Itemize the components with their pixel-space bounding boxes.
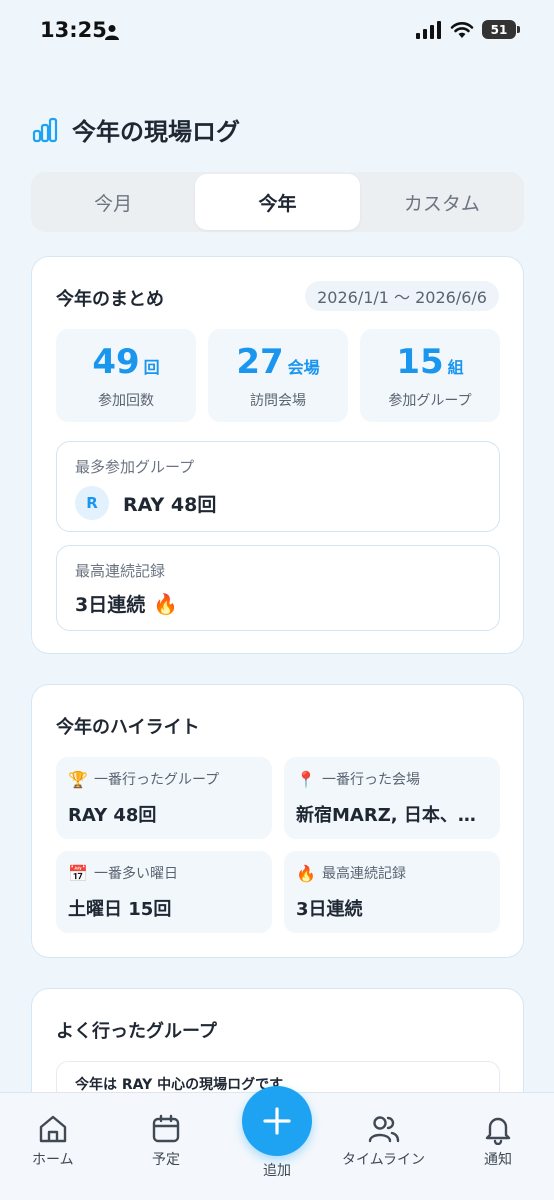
top-group-label: 最多参加グループ bbox=[75, 458, 195, 476]
bell-icon bbox=[485, 1117, 511, 1145]
highlight-label: 一番多い曜日 bbox=[94, 866, 178, 882]
bar-chart-icon bbox=[32, 117, 58, 142]
fire-icon: 🔥 bbox=[153, 591, 179, 616]
stat-value: 15 bbox=[396, 341, 444, 382]
page-title: 今年の現場ログ bbox=[72, 118, 240, 146]
streak-value: 3日連続 bbox=[75, 594, 146, 616]
stat-label: 参加回数 bbox=[98, 392, 154, 409]
stat-label: 参加グループ bbox=[388, 392, 472, 409]
top-group-box: 最多参加グループ R RAY 48回 bbox=[56, 441, 500, 532]
top-group-value: RAY 48回 bbox=[123, 493, 217, 516]
highlights-grid: 🏆 一番行ったグループ RAY 48回 📍 一番行った会場 新宿MARZ, 日本… bbox=[56, 757, 500, 933]
tab-custom[interactable]: カスタム bbox=[360, 172, 524, 232]
add-button[interactable] bbox=[242, 1086, 312, 1156]
stats-row: 49 回 参加回数 27 会場 訪問会場 15 組 参加グループ bbox=[56, 329, 500, 422]
highlight-value: 新宿MARZ, 日本、… bbox=[296, 805, 476, 826]
highlights-title: 今年のハイライト bbox=[56, 717, 200, 738]
plus-icon bbox=[263, 1107, 291, 1135]
highlight-value: 土曜日 15回 bbox=[68, 899, 172, 920]
stat-label: 訪問会場 bbox=[250, 392, 306, 409]
status-time: 13:25 bbox=[40, 18, 107, 42]
stat-venues: 27 会場 訪問会場 bbox=[208, 329, 348, 422]
stat-unit: 組 bbox=[447, 357, 464, 377]
streak-label: 最高連続記録 bbox=[75, 562, 166, 580]
highlight-label: 一番行った会場 bbox=[322, 772, 420, 788]
highlight-label: 一番行ったグループ bbox=[94, 772, 220, 788]
highlight-top-group: 🏆 一番行ったグループ RAY 48回 bbox=[56, 757, 272, 839]
period-segmented-control: 今月 今年 カスタム bbox=[31, 172, 524, 232]
stat-unit: 回 bbox=[143, 357, 160, 377]
signal-icon bbox=[416, 20, 441, 39]
highlights-card: 今年のハイライト 🏆 一番行ったグループ RAY 48回 📍 一番行った会場 新… bbox=[31, 684, 524, 958]
calendar-icon: 📅 bbox=[68, 863, 88, 883]
person-icon bbox=[105, 25, 119, 40]
stat-value: 49 bbox=[92, 341, 140, 382]
add-button-label: 追加 bbox=[263, 1163, 291, 1179]
status-bar: 13:25 51 bbox=[0, 0, 554, 64]
date-range-badge: 2026/1/1 〜 2026/6/6 bbox=[305, 281, 499, 311]
fire-icon: 🔥 bbox=[296, 863, 316, 883]
summary-card: 今年のまとめ 2026/1/1 〜 2026/6/6 49 回 参加回数 27 … bbox=[31, 256, 524, 654]
wifi-icon bbox=[450, 21, 474, 38]
trophy-icon: 🏆 bbox=[68, 769, 88, 789]
streak-box: 最高連続記録 3日連続 🔥 bbox=[56, 545, 500, 631]
group-avatar: R bbox=[75, 486, 109, 520]
frequent-groups-title: よく行ったグループ bbox=[56, 1021, 217, 1042]
home-icon bbox=[39, 1115, 66, 1143]
calendar-icon bbox=[152, 1114, 180, 1143]
highlight-value: RAY 48回 bbox=[68, 805, 157, 826]
tab-this-month[interactable]: 今月 bbox=[31, 172, 195, 232]
highlight-top-weekday: 📅 一番多い曜日 土曜日 15回 bbox=[56, 851, 272, 933]
battery-indicator: 51 bbox=[482, 20, 520, 39]
stat-groups: 15 組 参加グループ bbox=[360, 329, 500, 422]
stat-unit: 会場 bbox=[287, 357, 320, 377]
people-icon bbox=[368, 1116, 399, 1143]
summary-title: 今年のまとめ bbox=[56, 289, 164, 310]
stat-value: 27 bbox=[236, 341, 284, 382]
pin-icon: 📍 bbox=[296, 769, 316, 789]
highlight-top-venue: 📍 一番行った会場 新宿MARZ, 日本、… bbox=[284, 757, 500, 839]
tab-this-year[interactable]: 今年 bbox=[195, 174, 360, 230]
page-header: 今年の現場ログ bbox=[32, 112, 240, 147]
highlight-label: 最高連続記録 bbox=[322, 866, 406, 882]
stat-attendance: 49 回 参加回数 bbox=[56, 329, 196, 422]
highlight-streak: 🔥 最高連続記録 3日連続 bbox=[284, 851, 500, 933]
highlight-value: 3日連続 bbox=[296, 899, 363, 920]
